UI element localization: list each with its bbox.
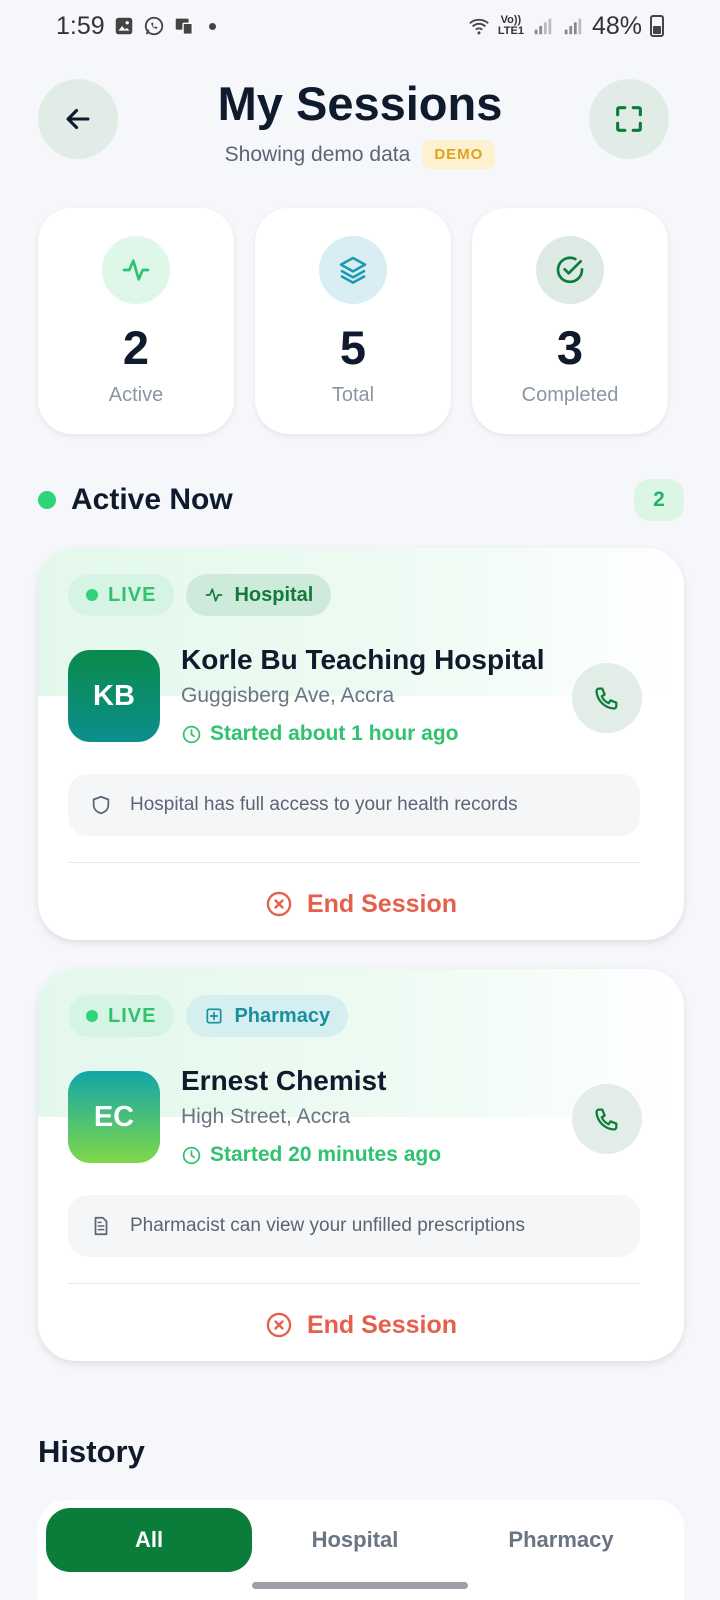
status-time: 1:59 (56, 11, 105, 40)
session-card[interactable]: LIVE Hospital KB Korle Bu Teaching Hospi… (38, 548, 684, 940)
session-address: Guggisberg Ave, Accra (181, 684, 395, 707)
check-circle-icon (536, 236, 604, 304)
stat-card-total: 5 Total (255, 208, 451, 434)
close-circle-icon (266, 1312, 292, 1338)
session-started: Started 20 minutes ago (181, 1143, 441, 1167)
session-started: Started about 1 hour ago (181, 722, 459, 746)
end-session-button[interactable]: End Session (38, 882, 684, 926)
document-icon (94, 1216, 108, 1236)
clock-icon (182, 725, 201, 743)
avatar: EC (68, 1071, 160, 1163)
signal-icon (532, 15, 554, 37)
phone-icon (595, 687, 618, 710)
status-bar: 1:59 Vo)) LTE1 48% (0, 0, 720, 52)
activity-icon (206, 588, 223, 602)
access-info: Hospital has full access to your health … (68, 774, 640, 836)
session-name: Korle Bu Teaching Hospital (181, 644, 545, 675)
call-button[interactable] (572, 1084, 642, 1154)
wifi-icon (468, 15, 490, 37)
type-tag-pharmacy: Pharmacy (186, 995, 349, 1037)
session-address: High Street, Accra (181, 1105, 351, 1128)
stat-card-active: 2 Active (38, 208, 234, 434)
notification-app-icon (173, 15, 195, 37)
demo-badge: DEMO (422, 140, 496, 169)
active-now-header: Active Now 2 (38, 478, 684, 522)
scan-frame-icon (616, 106, 642, 132)
gallery-icon (113, 15, 135, 37)
more-notifications-dot (208, 22, 216, 30)
live-tag: LIVE (68, 574, 175, 616)
session-name: Ernest Chemist (181, 1065, 387, 1096)
access-info: Pharmacist can view your unfilled prescr… (68, 1195, 640, 1257)
stat-label: Completed (521, 384, 619, 406)
stat-value: 3 (556, 321, 584, 374)
subtitle: Showing demo data (224, 142, 411, 166)
phone-icon (595, 1108, 618, 1131)
stat-label: Active (108, 384, 164, 406)
avatar: KB (68, 650, 160, 742)
home-indicator[interactable] (252, 1582, 468, 1589)
network-type: Vo)) LTE1 (497, 14, 524, 37)
layers-icon (319, 236, 387, 304)
battery-percent: 48% (591, 11, 642, 40)
whatsapp-icon (143, 15, 165, 37)
signal-icon-2 (562, 15, 584, 37)
live-tag: LIVE (68, 995, 175, 1037)
shield-icon (92, 795, 110, 815)
section-title: Active Now (71, 483, 233, 516)
divider (68, 1283, 640, 1284)
stat-value: 5 (339, 321, 367, 374)
history-title: History (38, 1434, 145, 1469)
stat-value: 2 (122, 321, 150, 374)
activity-icon (102, 236, 170, 304)
call-button[interactable] (572, 663, 642, 733)
scan-button[interactable] (589, 79, 669, 159)
tab-all[interactable]: All (46, 1508, 252, 1572)
clock-icon (182, 1146, 201, 1164)
plus-square-icon (206, 1008, 222, 1024)
type-tag-hospital: Hospital (186, 574, 332, 616)
divider (68, 862, 640, 863)
end-session-button[interactable]: End Session (38, 1303, 684, 1347)
battery-icon (650, 15, 664, 37)
stat-label: Total (331, 384, 375, 406)
close-circle-icon (266, 891, 292, 917)
active-count-badge: 2 (634, 479, 684, 521)
stat-card-completed: 3 Completed (472, 208, 668, 434)
tab-pharmacy[interactable]: Pharmacy (458, 1508, 664, 1572)
live-dot (38, 491, 56, 509)
session-card[interactable]: LIVE Pharmacy EC Ernest Chemist High Str… (38, 969, 684, 1361)
tab-hospital[interactable]: Hospital (252, 1508, 458, 1572)
